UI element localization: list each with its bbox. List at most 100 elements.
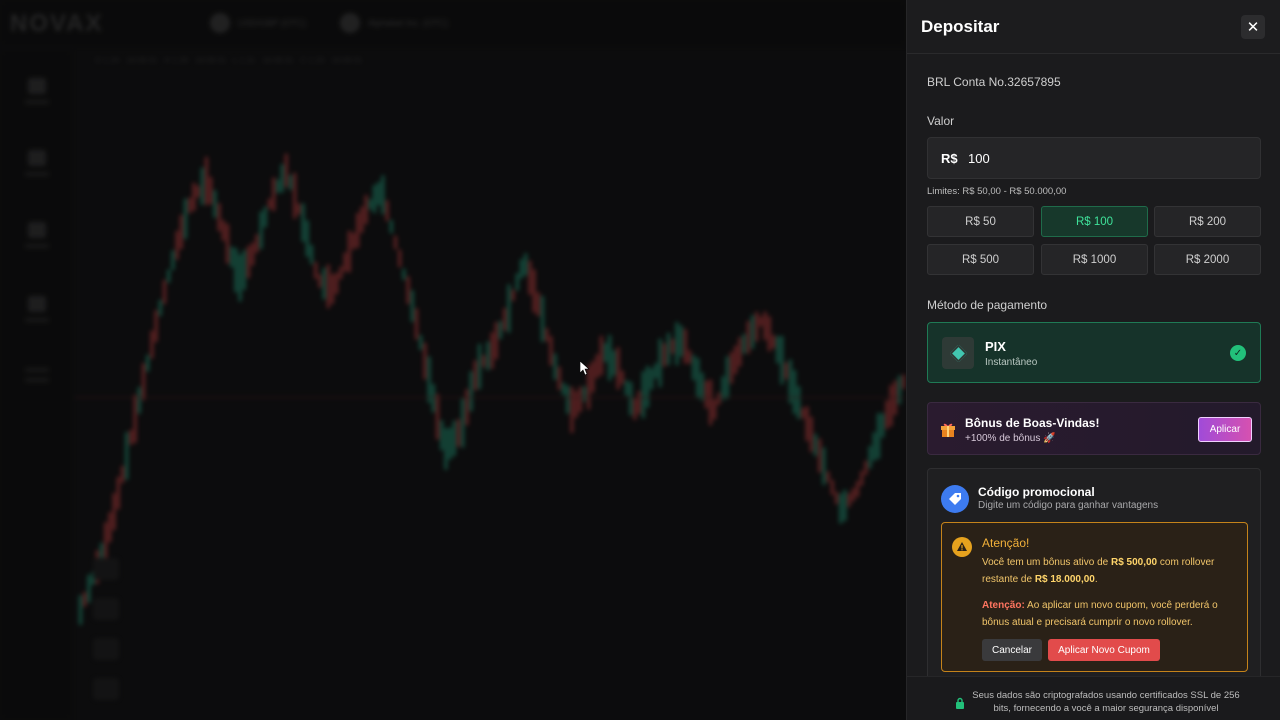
price-line xyxy=(75,397,906,398)
candle xyxy=(578,386,582,413)
candle xyxy=(221,220,225,241)
candle xyxy=(360,206,364,233)
apply-bonus-button[interactable]: Aplicar xyxy=(1198,417,1252,442)
candle xyxy=(860,471,864,486)
candle xyxy=(364,195,368,225)
candle xyxy=(347,230,351,273)
preset-500-button[interactable]: R$ 500 xyxy=(927,244,1034,275)
asset-name: Alphabet Inc. (OTC) xyxy=(368,18,449,28)
candle xyxy=(620,370,624,385)
candle xyxy=(305,220,309,257)
warning-title: Atenção! xyxy=(982,536,1030,550)
candle xyxy=(751,315,754,349)
candle xyxy=(532,269,536,313)
candle xyxy=(301,203,305,242)
candle xyxy=(423,342,427,380)
candle xyxy=(667,332,670,366)
candle xyxy=(406,276,410,304)
warning-detail: Atenção: Ao aplicar um novo cupom, você … xyxy=(982,597,1237,631)
preset-2000-button[interactable]: R$ 2000 xyxy=(1154,244,1261,275)
candle xyxy=(889,385,893,427)
more-icon xyxy=(25,368,49,372)
settings-tool-button xyxy=(93,678,119,700)
candle xyxy=(436,394,439,440)
candle xyxy=(511,289,515,301)
logo: NOVAX xyxy=(10,10,104,37)
candle xyxy=(835,491,838,505)
warning-message: Você tem um bônus ativo de R$ 500,00 com… xyxy=(982,554,1237,588)
candle xyxy=(742,334,746,354)
candle xyxy=(440,420,444,451)
asset-flag-icon xyxy=(210,13,230,33)
tag-icon xyxy=(941,485,969,513)
candle xyxy=(314,262,318,279)
candle xyxy=(276,179,280,194)
asset-chip-1: USD/GBP (OTC) xyxy=(210,12,306,34)
candle xyxy=(759,316,763,327)
lines-tool-button xyxy=(93,598,119,620)
candle xyxy=(79,595,82,625)
candle xyxy=(494,322,498,360)
deposit-panel: Depositar ✕ BRL Conta No.32657895 Valor … xyxy=(906,0,1280,720)
close-button[interactable]: ✕ xyxy=(1241,15,1265,39)
sidebar-label xyxy=(25,100,49,104)
candle xyxy=(528,260,532,295)
candle xyxy=(583,386,586,402)
candle xyxy=(457,419,460,447)
amount-input[interactable]: R$ 100 xyxy=(927,137,1261,179)
candle xyxy=(557,366,561,391)
candle xyxy=(268,198,271,209)
candle xyxy=(263,206,267,228)
candle xyxy=(255,234,259,253)
candle xyxy=(247,245,250,279)
lock-icon xyxy=(956,697,964,709)
warning-text: Você tem um bônus ativo de xyxy=(982,557,1111,568)
candle xyxy=(725,356,729,399)
candle xyxy=(251,242,255,266)
warning-prefix: Atenção: xyxy=(982,600,1025,611)
left-sidebar xyxy=(0,50,72,720)
candle xyxy=(612,350,616,376)
candle xyxy=(696,358,700,399)
candle xyxy=(116,476,120,510)
preset-100-button[interactable]: R$ 100 xyxy=(1041,206,1148,237)
apply-new-coupon-button[interactable]: Aplicar Novo Cupom xyxy=(1048,639,1160,661)
preset-50-button[interactable]: R$ 50 xyxy=(927,206,1034,237)
candle xyxy=(604,342,607,363)
candle xyxy=(818,438,822,473)
payment-subtitle: Instantâneo xyxy=(985,357,1038,368)
candle xyxy=(419,335,423,350)
candle xyxy=(898,375,901,404)
candle xyxy=(322,267,326,300)
candle xyxy=(465,389,469,426)
candle xyxy=(524,253,528,276)
candle xyxy=(549,336,553,366)
amount-label: Valor xyxy=(927,114,955,128)
candle xyxy=(671,338,675,354)
candle xyxy=(814,434,817,456)
cancel-button[interactable]: Cancelar xyxy=(982,639,1042,661)
candle xyxy=(373,184,376,214)
candle xyxy=(259,211,263,249)
candle xyxy=(599,335,603,376)
sidebar-item-leaders xyxy=(18,296,56,346)
candle xyxy=(772,334,775,349)
sidebar-label xyxy=(25,172,49,176)
candle xyxy=(184,198,187,239)
candle xyxy=(87,574,91,603)
payment-option-pix[interactable]: PIX Instantâneo ✓ xyxy=(927,322,1261,383)
candle xyxy=(192,182,196,211)
amount-value[interactable]: 100 xyxy=(968,151,990,166)
candle xyxy=(129,429,133,445)
candle xyxy=(381,175,385,215)
preset-200-button[interactable]: R$ 200 xyxy=(1154,206,1261,237)
candle xyxy=(343,252,347,272)
candle xyxy=(205,156,208,206)
candle xyxy=(755,311,759,342)
trading-background: NOVAX USD/GBP (OTC) Alphabet Inc. (OTC) … xyxy=(0,0,906,720)
candle xyxy=(339,266,343,280)
candle xyxy=(503,308,507,331)
candle xyxy=(188,197,192,214)
preset-1000-button[interactable]: R$ 1000 xyxy=(1041,244,1148,275)
candle xyxy=(801,407,805,419)
